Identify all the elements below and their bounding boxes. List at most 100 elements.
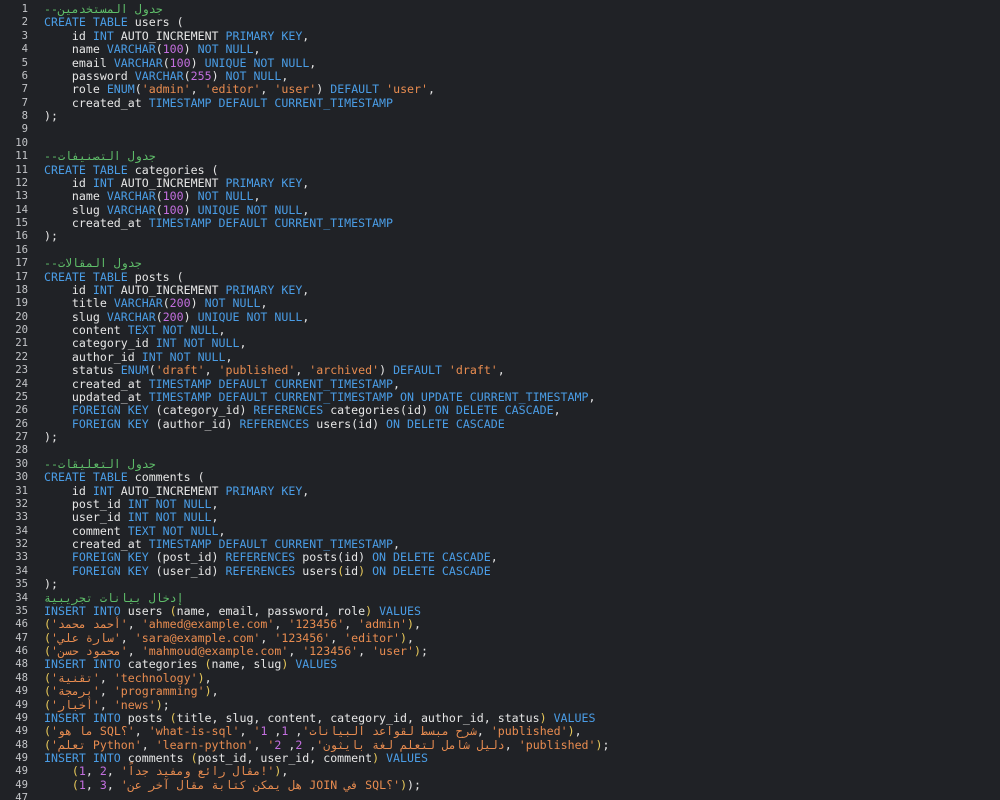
code-token: , [239, 724, 254, 739]
code-text: created_at TIMESTAMP DEFAULT CURRENT_TIM… [44, 216, 393, 230]
code-line[interactable]: 48 ('تقنية', 'technology'), [0, 670, 1000, 685]
code-line[interactable]: 19 title VARCHAR(200) NOT NULL, [0, 297, 1000, 310]
code-token: , [106, 777, 121, 792]
code-line[interactable]: 16); [0, 230, 1000, 243]
code-text: --جدول التعليقات [44, 457, 156, 471]
code-line[interactable]: 47 ('سارة علي', 'sara@example.com', '1234… [0, 630, 1000, 645]
code-token: --جدول التصنيفات [44, 149, 156, 164]
code-line[interactable]: 1 --جدول المستخدمين [0, 3, 1000, 16]
code-line[interactable]: 7 role ENUM('admin', 'editor', 'user') D… [0, 83, 1000, 96]
code-token: (category_id) [148, 403, 254, 418]
code-line[interactable]: 33 user_id INT NOT NULL, [0, 511, 1000, 524]
code-line[interactable]: 31 id INT AUTO_INCREMENT PRIMARY KEY, [0, 484, 1000, 498]
line-number: 32 [15, 538, 28, 550]
code-text: title VARCHAR(200) NOT NULL, [44, 296, 268, 311]
code-line[interactable]: 26 FOREIGN KEY (category_id) REFERENCES … [0, 404, 1000, 417]
code-token: , [127, 617, 142, 632]
code-line[interactable]: 3 id INT AUTO_INCREMENT PRIMARY KEY, [0, 29, 1000, 43]
code-line[interactable]: 22 author_id INT NOT NULL, [0, 349, 1000, 364]
code-line[interactable]: 10 [0, 137, 1000, 150]
code-token: 'user' [386, 82, 428, 97]
code-line[interactable]: 33 FOREIGN KEY (post_id) REFERENCES post… [0, 551, 1000, 564]
code-line[interactable]: 14 slug VARCHAR(100) UNIQUE NOT NULL, [0, 203, 1000, 217]
code-line[interactable]: 4 name VARCHAR(100) NOT NULL, [0, 42, 1000, 56]
code-token: email [44, 55, 114, 70]
code-line[interactable]: 5 email VARCHAR(100) UNIQUE NOT NULL, [0, 55, 1000, 70]
code-token: , [330, 630, 345, 645]
code-line[interactable]: 7 created_at TIMESTAMP DEFAULT CURRENT_T… [0, 96, 1000, 110]
code-text: INSERT INTO categories (name, slug) VALU… [44, 658, 337, 671]
code-line[interactable]: 11 --جدول التصنيفات [0, 149, 1000, 164]
code-line[interactable]: 34 إدخال بيانات تجريبية [0, 591, 1000, 605]
line-number: 34 [15, 591, 28, 604]
code-token: ( [155, 189, 163, 204]
code-token: 'تعلم Python' [50, 737, 142, 752]
code-line[interactable]: 48 INSERT INTO categories (name, slug) VA… [0, 658, 1000, 671]
code-token: VARCHAR [113, 296, 163, 311]
line-number: 20 [15, 310, 28, 323]
code-line[interactable]: 49 ('أخبار', 'news'); [0, 698, 1000, 712]
code-line[interactable]: 32 post_id INT NOT NULL, [0, 497, 1000, 511]
code-line[interactable]: 46 ('محمود حسن', 'mahmoud@example.com', '… [0, 644, 1000, 658]
code-line[interactable]: 25 updated_at TIMESTAMP DEFAULT CURRENT_… [0, 390, 1000, 404]
code-line[interactable]: 12 id INT AUTO_INCREMENT PRIMARY KEY, [0, 175, 1000, 190]
code-line[interactable]: 11 CREATE TABLE categories ( [0, 162, 1000, 177]
code-token: 200 [162, 309, 184, 324]
code-line[interactable]: 46 ('أحمد محمد', 'ahmed@example.com', '12… [0, 618, 1000, 631]
code-line[interactable]: 13 name VARCHAR(100) NOT NULL, [0, 190, 1000, 203]
code-text: CREATE TABLE categories ( [44, 162, 219, 177]
code-text: id INT AUTO_INCREMENT PRIMARY KEY, [44, 484, 309, 498]
code-line[interactable]: 2 CREATE TABLE users ( [0, 16, 1000, 29]
line-number: 4 [21, 43, 28, 56]
code-line[interactable]: 30 CREATE TABLE comments ( [0, 470, 1000, 484]
code-token: 'sara@example.com' [134, 630, 261, 645]
code-text: ); [44, 109, 58, 123]
code-line[interactable]: 32 created_at TIMESTAMP DEFAULT CURRENT_… [0, 537, 1000, 551]
code-token: CREATE TABLE [44, 162, 128, 177]
line-number: 17 [15, 270, 28, 283]
code-line[interactable]: 8); [0, 109, 1000, 123]
code-line[interactable]: 49 INSERT INTO posts (title, slug, conten… [0, 710, 1000, 725]
code-token: ( [162, 55, 170, 70]
code-line[interactable]: 49 (1, 2, 'مقال رائع ومفيد جداً!'), [0, 765, 1000, 778]
code-line[interactable]: 49 (1, 3, 'هل يمكن كتابة مقال آخر عن JOI… [0, 777, 1000, 792]
code-line[interactable]: 17 --جدول المقالات [0, 256, 1000, 270]
code-line[interactable]: 23 status ENUM('draft', 'published', 'ar… [0, 363, 1000, 377]
code-line[interactable]: 35); [0, 577, 1000, 591]
code-line[interactable]: 17 CREATE TABLE posts ( [0, 270, 1000, 284]
code-line[interactable]: 21 category_id INT NOT NULL, [0, 337, 1000, 350]
code-line[interactable]: 28 [0, 444, 1000, 457]
code-token: ON DELETE CASCADE [372, 550, 491, 565]
code-line[interactable]: 26 FOREIGN KEY (author_id) REFERENCES us… [0, 416, 1000, 431]
code-line[interactable]: 34 comment TEXT NOT NULL, [0, 524, 1000, 538]
code-token: , [302, 175, 310, 190]
code-line[interactable]: 9 [0, 123, 1000, 136]
code-line[interactable]: 15 created_at TIMESTAMP DEFAULT CURRENT_… [0, 216, 1000, 230]
code-token: REFERENCES [239, 416, 310, 431]
code-editor[interactable]: 1 --جدول المستخدمين 2 CREATE TABLE users (3… [0, 3, 1000, 800]
code-line[interactable]: 27); [0, 430, 1000, 444]
code-token: , [99, 684, 114, 699]
code-line[interactable]: 49 ('برمجة', 'programming'), [0, 684, 1000, 699]
code-line[interactable]: 48 ('تعلم Python', 'learn-python', 'دليل … [0, 737, 1000, 752]
code-token: 'user' [372, 644, 415, 658]
code-line[interactable]: 30 --جدول التعليقات [0, 457, 1000, 471]
code-line[interactable]: 20 content TEXT NOT NULL, [0, 323, 1000, 337]
code-token: ( [169, 710, 177, 725]
code-token: ( [183, 68, 191, 83]
code-line[interactable]: 16 [0, 244, 1000, 257]
code-token: author_id [44, 349, 142, 364]
code-line[interactable]: 20 slug VARCHAR(200) UNIQUE NOT NULL, [0, 309, 1000, 324]
code-token: , [344, 617, 359, 632]
code-token: 'technology' [113, 670, 198, 685]
code-line[interactable]: 6 password VARCHAR(255) NOT NULL, [0, 68, 1000, 83]
code-line[interactable]: 34 FOREIGN KEY (user_id) REFERENCES user… [0, 564, 1000, 578]
code-line[interactable]: 18 id INT AUTO_INCREMENT PRIMARY KEY, [0, 283, 1000, 297]
code-token: ) [595, 737, 603, 752]
code-line[interactable]: 49 ('ما هو SQL؟', 'what-is-sql', 'شرح مبس… [0, 725, 1000, 738]
code-line[interactable]: 47 [0, 792, 1000, 800]
code-token: category_id [44, 336, 156, 351]
code-token: ) [316, 82, 331, 97]
code-line[interactable]: 24 created_at TIMESTAMP DEFAULT CURRENT_… [0, 377, 1000, 391]
